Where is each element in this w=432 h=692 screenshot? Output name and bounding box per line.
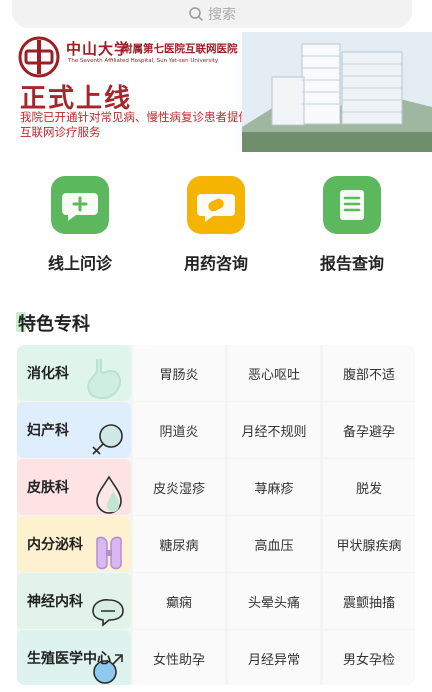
- symptom-item[interactable]: 胃肠炎: [133, 345, 225, 401]
- medication-consultation-label: 用药咨询: [183, 254, 248, 273]
- department-neurology[interactable]: 神经内科: [17, 573, 131, 629]
- department-row: 消化科 胃肠炎 恶心呕吐 腹部不适: [17, 345, 415, 401]
- symptom-item[interactable]: 脱发: [323, 459, 415, 515]
- droplet-icon: [96, 475, 122, 514]
- departments-table: 消化科 胃肠炎 恶心呕吐 腹部不适 妇产科 阴道炎 月经不规则 备孕避孕 皮肤科: [17, 345, 415, 685]
- report-query-button[interactable]: 报告查询: [292, 176, 412, 274]
- department-row: 妇产科 阴道炎 月经不规则 备孕避孕: [17, 402, 415, 458]
- symptom-item[interactable]: 荨麻疹: [228, 459, 320, 515]
- symptom-item[interactable]: 头晕头痛: [228, 573, 320, 629]
- online-consultation-label: 线上问诊: [47, 254, 112, 273]
- search-area: 搜索: [0, 0, 432, 34]
- symptom-item[interactable]: 癫痫: [133, 573, 225, 629]
- department-digestive[interactable]: 消化科: [17, 345, 131, 401]
- female-symbol-icon: [92, 424, 123, 455]
- brain-icon: [92, 599, 124, 627]
- department-reproductive-medicine[interactable]: 生殖医学中心: [17, 630, 131, 685]
- symptom-item[interactable]: 月经不规则: [228, 402, 320, 458]
- department-gynecology[interactable]: 妇产科: [17, 402, 131, 458]
- thyroid-icon: [96, 536, 122, 570]
- search-placeholder: 搜索: [208, 7, 236, 23]
- hospital-name: 附属第七医院互联网医院: [122, 43, 238, 55]
- stomach-icon: [87, 359, 121, 399]
- university-logo-icon: [18, 36, 60, 78]
- symptom-item[interactable]: 阴道炎: [133, 402, 225, 458]
- symptom-item[interactable]: 皮炎湿疹: [133, 459, 225, 515]
- chat-plus-icon: [51, 176, 109, 234]
- university-name: 中山大学: [66, 40, 131, 58]
- report-query-label: 报告查询: [319, 254, 384, 273]
- search-icon: [189, 7, 203, 21]
- pill-chat-icon: [187, 176, 245, 234]
- featured-departments-title: 特色专科: [16, 312, 90, 335]
- symptom-item[interactable]: 高血压: [228, 516, 320, 572]
- hospital-building-icon: [242, 32, 432, 152]
- online-consultation-button[interactable]: 线上问诊: [20, 176, 140, 274]
- symptom-item[interactable]: 女性助孕: [133, 630, 225, 685]
- symptom-item[interactable]: 备孕避孕: [323, 402, 415, 458]
- department-row: 生殖医学中心 女性助孕 月经异常 男女孕检: [17, 630, 415, 685]
- department-row: 内分泌科 糖尿病 高血压 甲状腺疾病: [17, 516, 415, 572]
- department-dermatology[interactable]: 皮肤科: [17, 459, 131, 515]
- medication-consultation-button[interactable]: 用药咨询: [156, 176, 276, 274]
- department-row: 皮肤科 皮炎湿疹 荨麻疹 脱发: [17, 459, 415, 515]
- symptom-item[interactable]: 恶心呕吐: [228, 345, 320, 401]
- department-endocrinology[interactable]: 内分泌科: [17, 516, 131, 572]
- symptom-item[interactable]: 月经异常: [228, 630, 320, 685]
- symptom-item[interactable]: 男女孕检: [323, 630, 415, 685]
- symptom-item[interactable]: 糖尿病: [133, 516, 225, 572]
- symptom-item[interactable]: 甲状腺疾病: [323, 516, 415, 572]
- service-shortcuts: 线上问诊 用药咨询 报告查询: [0, 176, 432, 286]
- symptom-item[interactable]: 震颤抽搐: [323, 573, 415, 629]
- symptom-item[interactable]: 腹部不适: [323, 345, 415, 401]
- banner-description: 我院已开通针对常见病、慢性病复诊患者提供互联网诊疗服务: [20, 110, 250, 139]
- document-icon: [323, 176, 381, 234]
- promo-banner[interactable]: 中山大学 附属第七医院互联网医院 The Seventh Affiliated …: [0, 32, 432, 152]
- hospital-english-name: The Seventh Affiliated Hospital, Sun Yat…: [68, 58, 219, 64]
- search-input[interactable]: 搜索: [12, 0, 412, 28]
- department-row: 神经内科 癫痫 头晕头痛 震颤抽搐: [17, 573, 415, 629]
